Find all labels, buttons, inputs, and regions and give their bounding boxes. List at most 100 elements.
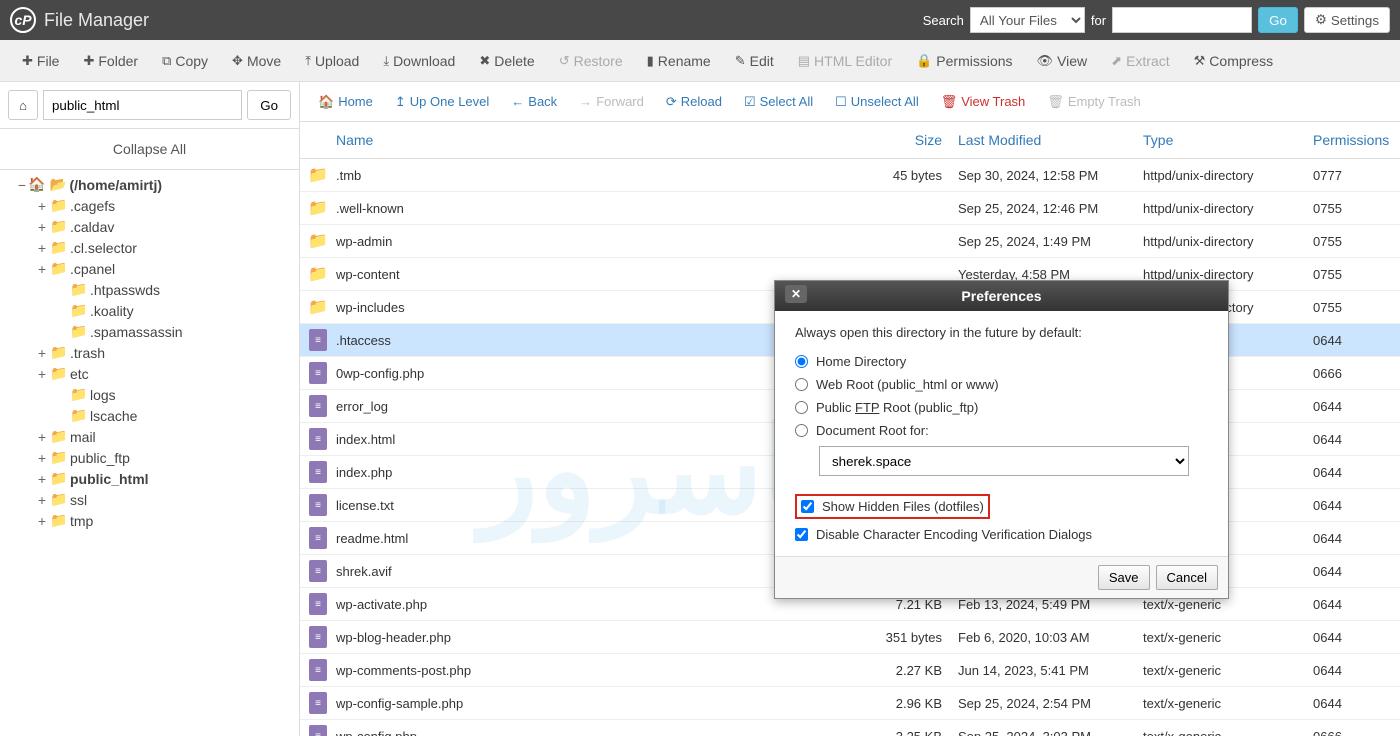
toolbar-upload-button[interactable]: ⤒Upload: [293, 47, 371, 75]
toolbar-button-label: Download: [393, 53, 455, 69]
tree-node-etc[interactable]: +📁etc: [0, 363, 299, 384]
toolbar-button-label: Extract: [1126, 53, 1170, 69]
path-go-button[interactable]: Go: [247, 90, 291, 120]
tree-node-koality[interactable]: 📁.koality: [0, 300, 299, 321]
nav-view-trash-button[interactable]: 🗑View Trash: [933, 90, 1034, 114]
tree-node-cpanel[interactable]: +📁.cpanel: [0, 258, 299, 279]
radio-3[interactable]: [795, 424, 808, 437]
col-header-size[interactable]: Size: [850, 122, 950, 158]
col-header-type[interactable]: Type: [1135, 122, 1305, 158]
toolbar-view-button[interactable]: 👁View: [1025, 47, 1100, 75]
radio-1[interactable]: [795, 378, 808, 391]
folder-icon: 📁: [50, 260, 68, 277]
search-input[interactable]: [1112, 7, 1252, 33]
file-permissions: 0666: [1305, 360, 1400, 387]
col-header-date[interactable]: Last Modified: [950, 122, 1135, 158]
table-row[interactable]: 📁.well-knownSep 25, 2024, 12:46 PMhttpd/…: [300, 192, 1400, 225]
file-name: wp-comments-post.php: [336, 663, 471, 678]
nav-unselect-all-button[interactable]: ☐Unselect All: [827, 90, 927, 114]
tree-toggle-icon: +: [36, 220, 48, 234]
toolbar-delete-button[interactable]: ✖Delete: [467, 47, 546, 75]
tree-node-publichtml[interactable]: +📁public_html: [0, 468, 299, 489]
folder-icon: 📁: [308, 165, 328, 185]
tree-node-mail[interactable]: +📁mail: [0, 426, 299, 447]
nav-select-all-button[interactable]: ☑Select All: [736, 90, 821, 114]
file-name: wp-blog-header.php: [336, 630, 451, 645]
tree-node-label: .cl.selector: [70, 240, 137, 256]
radio-2[interactable]: [795, 401, 808, 414]
tree-node-spamassassin[interactable]: 📁.spamassassin: [0, 321, 299, 342]
toolbar-folder-button[interactable]: ✚Folder: [71, 47, 150, 75]
table-row[interactable]: ≡wp-config-sample.php2.96 KBSep 25, 2024…: [300, 687, 1400, 720]
tree-node-clselector[interactable]: +📁.cl.selector: [0, 237, 299, 258]
folder-icon: 📁: [308, 297, 328, 317]
checkbox-1[interactable]: [795, 528, 808, 541]
tree-node-htpasswds[interactable]: 📁.htpasswds: [0, 279, 299, 300]
nav-back-button[interactable]: ←Back: [503, 90, 565, 113]
folder-icon: 📁: [308, 231, 328, 251]
folder-tree: −🏠📂(/home/amirtj)+📁.cagefs+📁.caldav+📁.cl…: [0, 170, 299, 736]
delete-icon: ✖: [479, 53, 490, 69]
home-button[interactable]: ⌂: [8, 90, 38, 120]
toolbar-button-label: Folder: [98, 53, 138, 69]
nav-home-button[interactable]: 🏠Home: [310, 90, 381, 114]
toolbar-button-label: View: [1057, 53, 1087, 69]
table-row[interactable]: ≡wp-config.php3.25 KBSep 25, 2024, 3:03 …: [300, 720, 1400, 736]
document-root-select[interactable]: sherek.space: [819, 446, 1189, 476]
file-type: httpd/unix-directory: [1135, 195, 1305, 222]
toolbar-download-button[interactable]: ⤓Download: [371, 47, 467, 75]
toolbar-button-label: Permissions: [936, 53, 1012, 69]
settings-button[interactable]: ⚙ Settings: [1304, 7, 1390, 33]
dialog-title: Preferences: [961, 288, 1041, 304]
file-name: error_log: [336, 399, 388, 414]
table-row[interactable]: ≡wp-comments-post.php2.27 KBJun 14, 2023…: [300, 654, 1400, 687]
folder-icon: 📁: [50, 428, 68, 445]
table-row[interactable]: ≡wp-blog-header.php351 bytesFeb 6, 2020,…: [300, 621, 1400, 654]
toolbar-button-label: Edit: [750, 53, 774, 69]
download-icon: ⤓: [383, 53, 389, 69]
dialog-close-button[interactable]: ✕: [785, 285, 807, 303]
checkbox-0[interactable]: [801, 500, 814, 513]
file-name: wp-config.php: [336, 729, 417, 736]
tree-node-publicftp[interactable]: +📁public_ftp: [0, 447, 299, 468]
file-date: Sep 25, 2024, 12:46 PM: [950, 195, 1135, 222]
toolbar-compress-button[interactable]: ⚒Compress: [1182, 47, 1285, 75]
search-go-button[interactable]: Go: [1258, 7, 1298, 33]
toolbar-move-button[interactable]: ✥Move: [220, 47, 293, 75]
nav-reload-button[interactable]: ⟳Reload: [658, 90, 730, 114]
file-icon: ≡: [308, 561, 328, 581]
tree-toggle-icon: +: [36, 241, 48, 255]
toolbar-file-button[interactable]: ✚File: [10, 47, 71, 75]
folder-icon: 📁: [308, 264, 328, 284]
collapse-all-button[interactable]: Collapse All: [0, 129, 299, 170]
toolbar-permissions-button[interactable]: 🔒Permissions: [904, 47, 1024, 75]
nav-up-one-level-button[interactable]: ↥Up One Level: [387, 90, 497, 114]
radio-0[interactable]: [795, 355, 808, 368]
cancel-button[interactable]: Cancel: [1156, 565, 1218, 590]
toolbar-button-label: Rename: [658, 53, 711, 69]
path-input[interactable]: [43, 90, 242, 120]
tree-node-ssl[interactable]: +📁ssl: [0, 489, 299, 510]
tree-node-tmp[interactable]: +📁tmp: [0, 510, 299, 531]
toolbar-rename-button[interactable]: ▮Rename: [635, 47, 723, 75]
tree-node-cagefs[interactable]: +📁.cagefs: [0, 195, 299, 216]
col-header-perm[interactable]: Permissions: [1305, 122, 1400, 158]
header-right: Search All Your Files for Go ⚙ Settings: [923, 7, 1390, 33]
tree-node-lscache[interactable]: 📁lscache: [0, 405, 299, 426]
tree-node-caldav[interactable]: +📁.caldav: [0, 216, 299, 237]
tree-toggle-icon: +: [36, 367, 48, 381]
file-name: readme.html: [336, 531, 408, 546]
file-size: 351 bytes: [850, 624, 950, 651]
col-header-name[interactable]: Name: [300, 122, 850, 158]
tree-node-label: (/home/amirtj): [69, 177, 162, 193]
save-button[interactable]: Save: [1098, 565, 1150, 590]
table-row[interactable]: 📁.tmb45 bytesSep 30, 2024, 12:58 PMhttpd…: [300, 159, 1400, 192]
toolbar-edit-button[interactable]: ✎Edit: [723, 47, 786, 75]
file-name: wp-admin: [336, 234, 392, 249]
toolbar-copy-button[interactable]: ⧉Copy: [150, 47, 220, 75]
table-row[interactable]: 📁wp-adminSep 25, 2024, 1:49 PMhttpd/unix…: [300, 225, 1400, 258]
tree-node-logs[interactable]: 📁logs: [0, 384, 299, 405]
tree-node-homeamirtj[interactable]: −🏠📂(/home/amirtj): [0, 174, 299, 195]
tree-node-trash[interactable]: +📁.trash: [0, 342, 299, 363]
search-scope-select[interactable]: All Your Files: [970, 7, 1085, 33]
